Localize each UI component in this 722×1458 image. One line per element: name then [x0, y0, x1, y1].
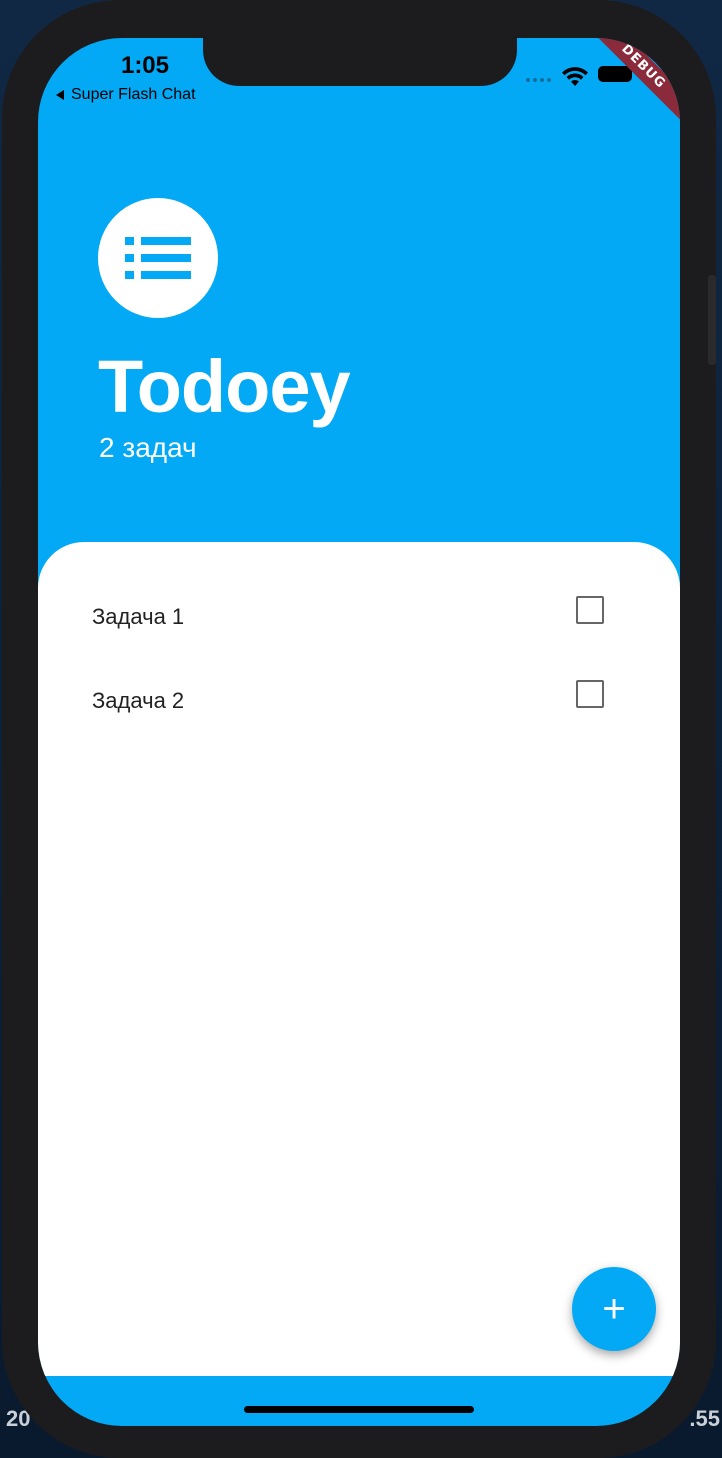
task-list-sheet: Задача 1 Задача 2 [38, 542, 680, 1376]
debug-banner: DEBUG [582, 38, 680, 128]
battery-icon [598, 66, 632, 82]
phone-frame: 1:05 Super Flash Chat DEBUG Todoey 2 зад… [2, 0, 716, 1458]
task-checkbox[interactable] [576, 596, 604, 624]
task-label: Задача 1 [92, 604, 185, 629]
app-logo [98, 198, 218, 318]
task-count: 2 задач [99, 432, 197, 463]
list-item[interactable]: Задача 1 [38, 576, 680, 660]
home-indicator[interactable] [244, 1406, 474, 1413]
back-arrow-icon [56, 90, 64, 100]
phone-side-button [708, 275, 716, 365]
desktop-edge-text-right: .55 [689, 1406, 720, 1431]
list-icon [125, 237, 191, 279]
add-task-button[interactable]: + [572, 1267, 656, 1351]
notch [203, 38, 517, 86]
list-item[interactable]: Задача 2 [38, 660, 680, 744]
phone-screen: 1:05 Super Flash Chat DEBUG Todoey 2 зад… [38, 38, 680, 1426]
cellular-signal-icon [526, 78, 551, 82]
task-checkbox[interactable] [576, 680, 604, 708]
back-to-app-label: Super Flash Chat [71, 86, 196, 103]
wifi-icon [562, 67, 588, 86]
plus-icon: + [602, 1287, 626, 1331]
back-to-app-link[interactable]: Super Flash Chat [56, 86, 196, 104]
task-label: Задача 2 [92, 688, 185, 713]
page-title: Todoey [98, 345, 351, 428]
status-time: 1:05 [120, 52, 170, 79]
